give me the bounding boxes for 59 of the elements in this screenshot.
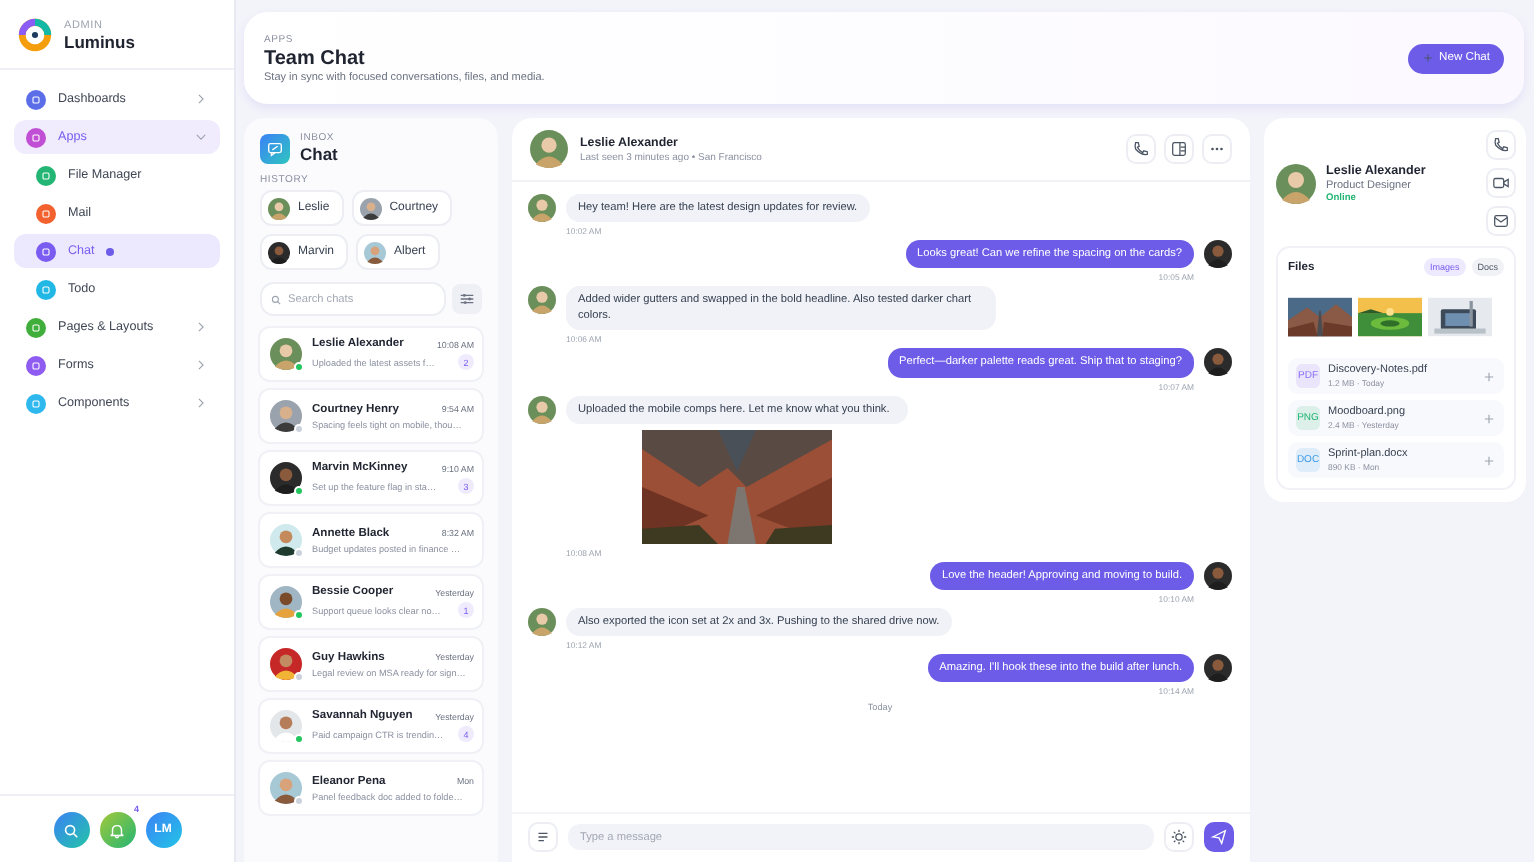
avatar: [270, 586, 302, 618]
emoji-button[interactable]: [1164, 822, 1194, 852]
bell-icon: [108, 821, 126, 839]
avatar: [364, 241, 387, 263]
filter-icon: [458, 290, 476, 308]
avatar: [270, 400, 302, 432]
search-button[interactable]: [53, 812, 89, 848]
phone-icon: [1492, 136, 1510, 154]
avatar: [1204, 240, 1232, 269]
avatar: [270, 462, 302, 494]
chat-app-icon: [260, 133, 290, 163]
video-camera-icon: [1492, 174, 1510, 192]
avatar: [268, 241, 290, 263]
page-title: Team Chat: [264, 47, 367, 69]
brand-name: Luminus: [64, 31, 135, 51]
avatar: [528, 395, 556, 424]
chevron-right-icon: [194, 358, 208, 372]
chevron-right-icon: [194, 92, 208, 106]
filter-button[interactable]: [452, 284, 482, 314]
attach-button[interactable]: [528, 822, 558, 852]
email-button[interactable]: [1486, 206, 1516, 236]
avatar: [270, 710, 302, 742]
sun-icon: [1170, 828, 1188, 846]
avatar: [1204, 348, 1232, 377]
avatar: [270, 524, 302, 556]
avatar: [528, 607, 556, 636]
send-button[interactable]: [1204, 822, 1234, 852]
send-icon: [1210, 828, 1228, 846]
avatar: [268, 197, 290, 219]
video-call-button[interactable]: [1486, 168, 1516, 198]
chevron-right-icon: [194, 396, 208, 410]
avatar: [1204, 653, 1232, 682]
avatar: [1204, 561, 1232, 590]
avatar: [1276, 163, 1316, 203]
inbox-title: Chat: [300, 144, 338, 164]
avatar: [270, 772, 302, 804]
avatar: [270, 338, 302, 370]
active-dot: [106, 247, 115, 255]
panel-icon: [1170, 140, 1188, 158]
search-icon: [270, 293, 282, 305]
call-button[interactable]: [1486, 130, 1516, 160]
avatar: [528, 286, 556, 315]
avatar: [359, 197, 382, 219]
call-button[interactable]: [1126, 134, 1156, 164]
avatar: [530, 130, 568, 168]
phone-icon: [1132, 140, 1150, 158]
avatar: [528, 194, 556, 222]
search-icon: [62, 821, 80, 839]
plus-icon: [1482, 411, 1496, 425]
chevron-down-icon: [194, 130, 208, 144]
lines-icon: [534, 828, 552, 846]
logo-icon: [18, 18, 52, 52]
details-button[interactable]: [1164, 134, 1194, 164]
plus-icon: [1421, 52, 1434, 64]
avatar: [270, 648, 302, 680]
chevron-right-icon: [194, 320, 208, 334]
mail-icon: [1492, 212, 1510, 230]
plus-icon: [1482, 369, 1496, 383]
plus-icon: [1482, 453, 1496, 467]
